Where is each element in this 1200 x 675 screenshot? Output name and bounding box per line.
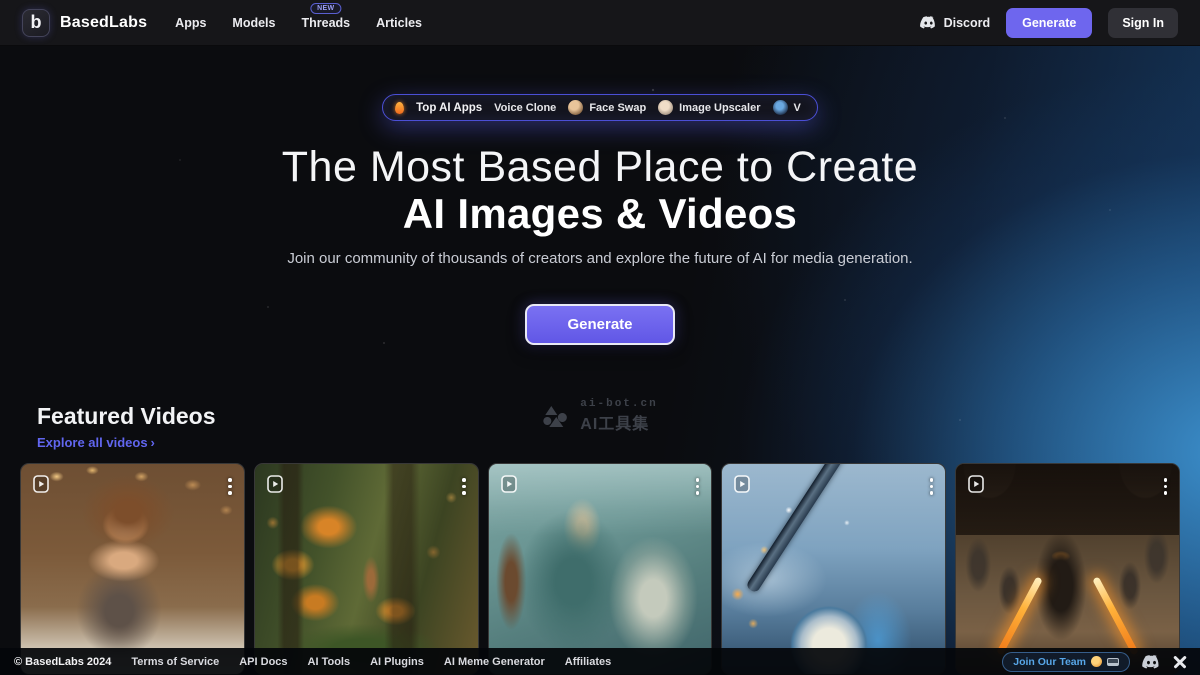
copyright: © BasedLabs 2024: [14, 656, 111, 668]
discord-label: Discord: [944, 16, 991, 30]
generate-button-hero[interactable]: Generate: [525, 304, 674, 345]
nav-item-models[interactable]: Models: [232, 16, 275, 30]
featured-videos-grid: [20, 463, 1180, 675]
video-file-icon: [732, 474, 752, 494]
chevron-right-icon: ›: [151, 435, 155, 450]
thumbnail-glamour-portrait: [21, 464, 244, 674]
top-ai-apps-pill[interactable]: Top AI Apps Voice Clone Face Swap Image …: [382, 94, 818, 121]
brand-name[interactable]: BasedLabs: [60, 14, 147, 32]
footer: © BasedLabs 2024 Terms of Service API Do…: [0, 648, 1200, 675]
nav-item-articles[interactable]: Articles: [376, 16, 422, 30]
video-card-autumn-bonsai[interactable]: [254, 463, 479, 675]
video-file-icon: [499, 474, 519, 494]
footer-link-terms[interactable]: Terms of Service: [131, 656, 219, 668]
pill-app-face-swap[interactable]: Face Swap: [568, 100, 646, 115]
image-upscaler-avatar: [658, 100, 673, 115]
basedlabs-logo[interactable]: b: [22, 9, 50, 37]
ai-bot-watermark: ai-bot.cn AI工具集: [542, 398, 657, 434]
kebab-menu-icon[interactable]: [692, 474, 704, 499]
generate-button-nav[interactable]: Generate: [1006, 8, 1092, 38]
video-app-avatar: [773, 100, 788, 115]
navbar: b BasedLabs Apps Models NEWThreads Artic…: [0, 0, 1200, 46]
signin-button[interactable]: Sign In: [1108, 8, 1178, 38]
face-swap-avatar: [568, 100, 583, 115]
ai-bot-logo-icon: [542, 404, 572, 428]
watermark-domain: ai-bot.cn: [580, 398, 657, 410]
video-card-electric-golf[interactable]: [721, 463, 946, 675]
nav-item-apps[interactable]: Apps: [175, 16, 206, 30]
navbar-actions: Discord Generate Sign In: [920, 8, 1178, 38]
pill-app-image-upscaler[interactable]: Image Upscaler: [658, 100, 760, 115]
watermark-cn-name: AI工具集: [580, 410, 657, 434]
featured-videos-header: Featured Videos Explore all videos›: [37, 403, 216, 450]
discord-icon: [920, 16, 937, 29]
discord-link[interactable]: Discord: [920, 16, 991, 30]
footer-link-ai-plugins[interactable]: AI Plugins: [370, 656, 424, 668]
flame-icon: [395, 102, 404, 114]
dungeon-arch-decoration: [956, 464, 1179, 535]
pill-app-video[interactable]: V: [773, 100, 801, 115]
thumbnail-flaming-demon: [956, 464, 1179, 674]
golf-cue-decoration: [745, 463, 865, 594]
video-card-glamour-portrait[interactable]: [20, 463, 245, 675]
footer-right-cluster: Join Our Team: [1002, 652, 1186, 672]
nav-item-threads[interactable]: NEWThreads: [301, 16, 350, 30]
thumbnail-electric-golf: [722, 464, 945, 674]
technologist-emoji-icon: [1091, 656, 1102, 667]
video-card-flaming-demon[interactable]: [955, 463, 1180, 675]
video-file-icon: [265, 474, 285, 494]
primary-nav: Apps Models NEWThreads Articles: [175, 16, 422, 30]
laptop-emoji-icon: [1107, 658, 1119, 666]
kebab-menu-icon[interactable]: [458, 474, 470, 499]
explore-all-videos-link[interactable]: Explore all videos›: [37, 435, 216, 450]
kebab-menu-icon[interactable]: [224, 474, 236, 499]
x-twitter-icon[interactable]: [1173, 655, 1186, 668]
footer-link-api-docs[interactable]: API Docs: [239, 656, 287, 668]
hero-title-line2: AI Images & Videos: [0, 190, 1200, 237]
thumbnail-autumn-bonsai: [255, 464, 478, 674]
top-ai-apps-label: Top AI Apps: [416, 102, 482, 114]
featured-videos-title: Featured Videos: [37, 403, 216, 430]
hero-section: Top AI Apps Voice Clone Face Swap Image …: [0, 46, 1200, 345]
pill-app-voice-clone[interactable]: Voice Clone: [494, 102, 556, 114]
hero-title-line1: The Most Based Place to Create: [0, 145, 1200, 190]
join-our-team-button[interactable]: Join Our Team: [1002, 652, 1130, 672]
discord-icon-footer[interactable]: [1142, 655, 1161, 669]
hero-subtitle: Join our community of thousands of creat…: [0, 250, 1200, 267]
thumbnail-sea-elf: [489, 464, 712, 674]
kebab-menu-icon[interactable]: [926, 474, 938, 499]
video-card-sea-elf[interactable]: [488, 463, 713, 675]
basedlabs-landing-page: b BasedLabs Apps Models NEWThreads Artic…: [0, 0, 1200, 675]
video-file-icon: [966, 474, 986, 494]
new-badge: NEW: [310, 3, 341, 14]
footer-link-meme-generator[interactable]: AI Meme Generator: [444, 656, 545, 668]
footer-link-ai-tools[interactable]: AI Tools: [308, 656, 351, 668]
flaming-sword-left-decoration: [997, 577, 1044, 656]
kebab-menu-icon[interactable]: [1160, 474, 1172, 499]
flaming-sword-right-decoration: [1092, 577, 1139, 656]
footer-link-affiliates[interactable]: Affiliates: [565, 656, 611, 668]
video-file-icon: [31, 474, 51, 494]
logo-glyph: b: [31, 12, 42, 33]
